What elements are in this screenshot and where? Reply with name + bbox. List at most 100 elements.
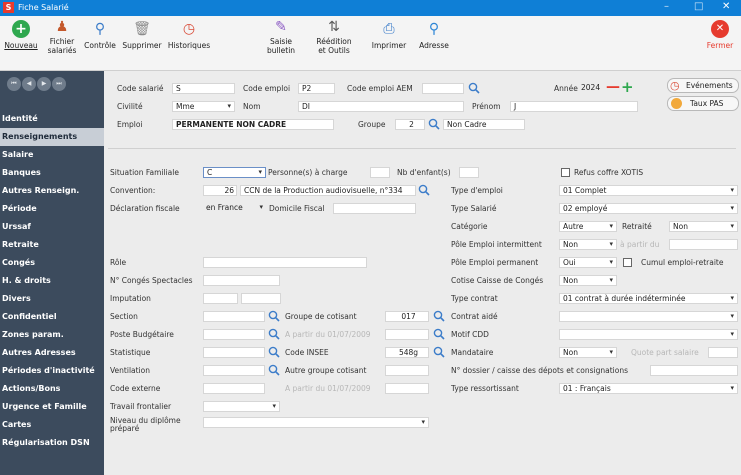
fermer-button[interactable]: ✕ Fermer <box>702 20 738 50</box>
retraite-select[interactable]: Non <box>669 221 738 232</box>
search-motif-cdd-icon[interactable] <box>433 328 445 340</box>
search-mandataire-icon[interactable] <box>433 346 445 358</box>
maximize-icon[interactable]: □ <box>694 1 703 12</box>
controle-button[interactable]: ⚲ Contrôle <box>82 20 118 50</box>
search-groupe-icon[interactable] <box>428 118 440 130</box>
minimize-icon[interactable]: – <box>664 1 669 12</box>
supprimer-button[interactable]: 🗑 Supprimer <box>121 20 163 50</box>
nb-enfants-field[interactable] <box>459 167 479 178</box>
section-field[interactable] <box>203 311 265 322</box>
search-aem-icon[interactable] <box>468 82 480 94</box>
historiques-button[interactable]: ◷ Historiques <box>164 20 214 50</box>
code-externe-field[interactable] <box>203 383 265 394</box>
imputation-field-2[interactable] <box>241 293 281 304</box>
situation-familiale-select[interactable]: C <box>203 167 266 178</box>
sidebar-item-15[interactable]: Actions/Bons <box>0 380 104 398</box>
contrat-aide-select[interactable] <box>559 311 738 322</box>
sidebar-item-7[interactable]: Retraite <box>0 236 104 254</box>
a-partir-du-field[interactable] <box>669 239 738 250</box>
imputation-field[interactable] <box>203 293 238 304</box>
groupe-cotisant-field[interactable]: 017 <box>385 311 429 322</box>
nom-field[interactable]: DI <box>298 101 464 112</box>
sidebar-item-6[interactable]: Urssaf <box>0 218 104 236</box>
autre-groupe-field[interactable] <box>385 365 429 376</box>
statistique-field[interactable] <box>203 347 265 358</box>
cumul-emploi-retraite-checkbox[interactable] <box>623 258 632 267</box>
convention-number-field[interactable]: 26 <box>203 185 237 196</box>
sidebar-item-0[interactable]: Identité <box>0 110 104 128</box>
sidebar-item-10[interactable]: Divers <box>0 290 104 308</box>
categorie-select[interactable]: Autre <box>559 221 617 232</box>
imprimer-button[interactable]: ⎙ Imprimer <box>367 20 411 50</box>
refus-coffre-checkbox[interactable] <box>561 168 570 177</box>
quote-part-field[interactable] <box>708 347 738 358</box>
search-poste-icon[interactable] <box>268 328 280 340</box>
last-record-icon[interactable]: ⏭ <box>52 77 66 91</box>
sidebar-item-2[interactable]: Salaire <box>0 146 104 164</box>
first-record-icon[interactable]: ⏮ <box>7 77 21 91</box>
niveau-diplome-select[interactable] <box>203 417 429 428</box>
evenements-button[interactable]: ◷ Evénements <box>667 78 739 93</box>
mandataire-select[interactable]: Non <box>559 347 617 358</box>
pole-permanent-select[interactable]: Oui <box>559 257 617 268</box>
code-emploi-field[interactable]: P2 <box>298 83 335 94</box>
domicile-fiscal-field[interactable] <box>333 203 416 214</box>
code-salarie-field[interactable]: S <box>172 83 235 94</box>
code-emploi-aem-field[interactable] <box>422 83 464 94</box>
sidebar-item-18[interactable]: Régularisation DSN <box>0 434 104 452</box>
previous-record-icon[interactable]: ◀ <box>22 77 36 91</box>
search-contrat-aide-icon[interactable] <box>433 310 445 322</box>
sidebar-item-9[interactable]: H. & droits <box>0 272 104 290</box>
annee-field[interactable]: 2024 <box>578 83 604 94</box>
year-decrement-icon[interactable]: — <box>606 79 620 95</box>
pole-intermittent-select[interactable]: Non <box>559 239 617 250</box>
sidebar-item-8[interactable]: Congés <box>0 254 104 272</box>
poste-date-field[interactable] <box>385 329 429 340</box>
code-insee-field[interactable]: 548g <box>385 347 429 358</box>
emploi-field[interactable]: PERMANENTE NON CADRE <box>172 119 334 130</box>
cotise-caisse-select[interactable]: Non <box>559 275 617 286</box>
search-section-icon[interactable] <box>268 310 280 322</box>
search-autre-groupe-icon[interactable] <box>268 364 280 376</box>
travail-frontalier-select[interactable] <box>203 401 280 412</box>
personnes-charge-field[interactable] <box>370 167 390 178</box>
sidebar-item-3[interactable]: Banques <box>0 164 104 182</box>
adresse-button[interactable]: ⚲ Adresse <box>414 20 454 50</box>
motif-cdd-select[interactable] <box>559 329 738 340</box>
prenom-field[interactable]: J <box>510 101 638 112</box>
type-salarie-select[interactable]: 02 employé <box>559 203 738 214</box>
reedition-outils-button[interactable]: ⇅ Réédition et Outils <box>314 18 354 55</box>
sidebar-item-5[interactable]: Période <box>0 200 104 218</box>
type-emploi-select[interactable]: 01 Complet <box>559 185 738 196</box>
close-icon[interactable]: ✕ <box>722 1 730 12</box>
civilite-select[interactable]: Mme <box>172 101 235 112</box>
groupe-field[interactable]: 2 <box>395 119 425 130</box>
sidebar-item-11[interactable]: Confidentiel <box>0 308 104 326</box>
search-convention-icon[interactable] <box>418 184 430 196</box>
saisie-bulletin-button[interactable]: ✎ Saisie bulletin <box>264 18 298 55</box>
nouveau-button[interactable]: + Nouveau <box>4 20 38 50</box>
sidebar-item-1[interactable]: Renseignements <box>0 128 104 146</box>
declaration-fiscale-select[interactable]: en France <box>203 203 266 214</box>
year-increment-icon[interactable]: + <box>621 78 634 96</box>
search-statistique-icon[interactable] <box>268 346 280 358</box>
fichier-salaries-button[interactable]: ♟ Fichier salariés <box>44 18 80 55</box>
dossier-caisse-field[interactable] <box>650 365 738 376</box>
role-field[interactable] <box>203 257 367 268</box>
taux-pas-button[interactable]: Taux PAS <box>667 96 739 111</box>
code-externe-date-field[interactable] <box>385 383 429 394</box>
type-ressortissant-select[interactable]: 01 : Français <box>559 383 738 394</box>
ventilation-field[interactable] <box>203 365 265 376</box>
sidebar-item-4[interactable]: Autres Renseign. <box>0 182 104 200</box>
sidebar-item-14[interactable]: Périodes d'inactivité <box>0 362 104 380</box>
type-contrat-select[interactable]: 01 contrat à durée indéterminée <box>559 293 738 304</box>
sidebar-item-13[interactable]: Autres Adresses <box>0 344 104 362</box>
poste-budgetaire-field[interactable] <box>203 329 265 340</box>
sidebar-item-12[interactable]: Zones param. <box>0 326 104 344</box>
next-record-icon[interactable]: ▶ <box>37 77 51 91</box>
conges-spectacles-field[interactable] <box>203 275 280 286</box>
toolbar: + Nouveau ♟ Fichier salariés ⚲ Contrôle … <box>0 16 741 71</box>
sidebar-item-17[interactable]: Cartes <box>0 416 104 434</box>
sidebar-item-16[interactable]: Urgence et Famille <box>0 398 104 416</box>
trash-icon: 🗑 <box>133 21 151 37</box>
